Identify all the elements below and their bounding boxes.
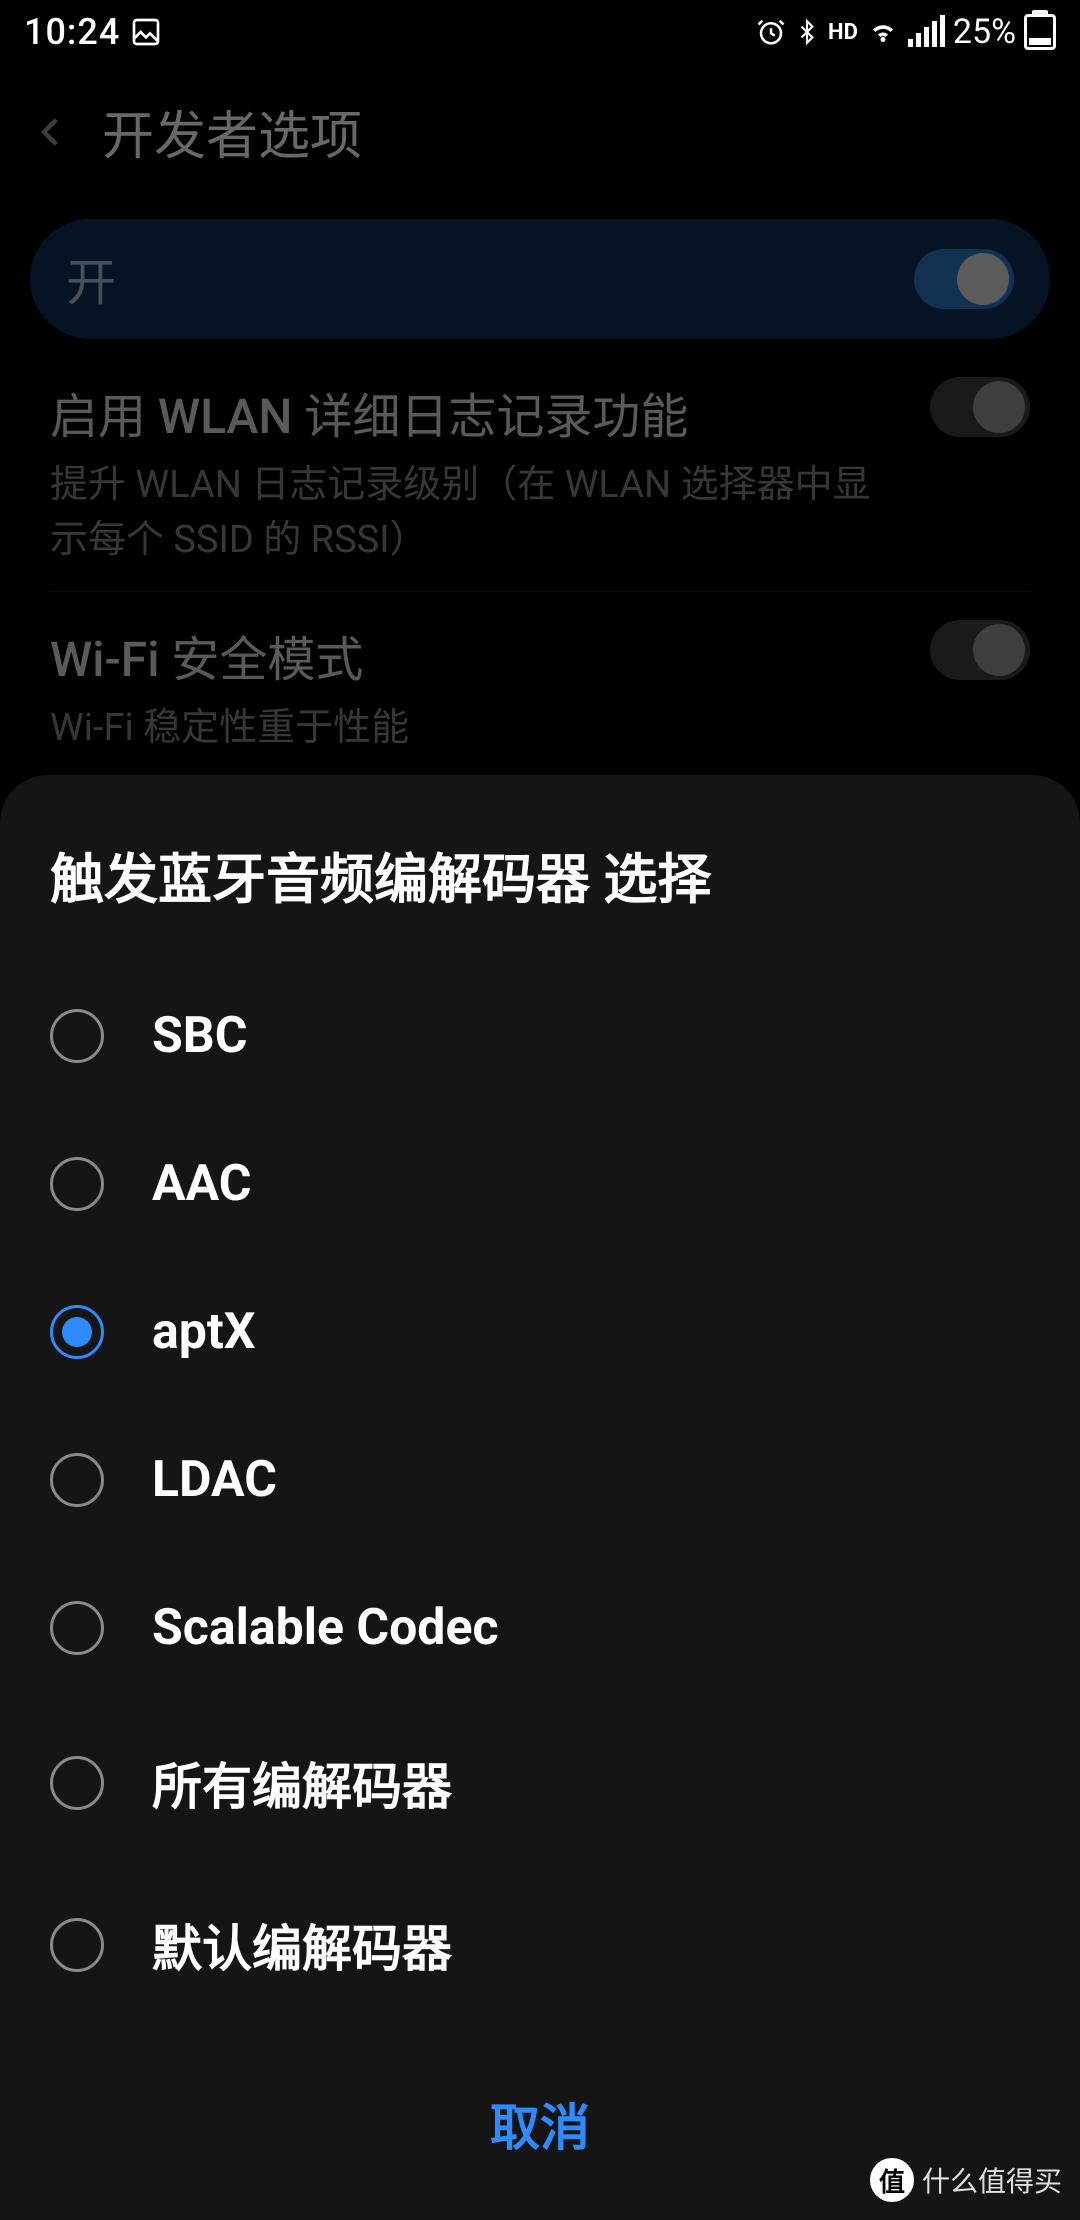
option-default-codec[interactable]: 默认编解码器 [50,1864,1030,2026]
row-title: 启用 WLAN 详细日志记录功能 [50,377,890,447]
radio-icon [50,1453,104,1507]
battery-icon [1024,14,1056,50]
list-item[interactable]: Wi-Fi 安全模式 Wi-Fi 稳定性重于性能 [50,592,1030,779]
radio-icon [50,1157,104,1211]
app-bar: 开发者选项 [0,64,1080,209]
bluetooth-icon [794,16,820,48]
radio-icon [50,1918,104,1972]
row-subtitle: 提升 WLAN 日志记录级别（在 WLAN 选择器中显示每个 SSID 的 RS… [50,453,890,563]
option-label: SBC [152,1007,247,1065]
option-label: Scalable Codec [152,1599,499,1657]
option-scalable-codec[interactable]: Scalable Codec [50,1554,1030,1702]
status-bar: 10:24 HD 25% [0,0,1080,64]
option-label: 默认编解码器 [152,1909,452,1981]
picture-icon [130,16,162,48]
dialog-title: 触发蓝牙音频编解码器 选择 [50,835,1030,914]
watermark-badge: 值 [870,2158,914,2202]
row-toggle[interactable] [930,620,1030,680]
option-aptx[interactable]: aptX [50,1258,1030,1406]
option-sbc[interactable]: SBC [50,962,1030,1110]
cancel-button[interactable]: 取消 [50,2088,1030,2160]
option-label: AAC [152,1155,251,1213]
option-label: aptX [152,1303,256,1361]
option-ldac[interactable]: LDAC [50,1406,1030,1554]
row-subtitle: Wi-Fi 稳定性重于性能 [50,696,890,751]
row-title: Wi-Fi 安全模式 [50,620,890,690]
list-item[interactable]: 启用 WLAN 详细日志记录功能 提升 WLAN 日志记录级别（在 WLAN 选… [50,349,1030,592]
option-aac[interactable]: AAC [50,1110,1030,1258]
signal-icon [908,17,945,47]
alarm-icon [756,17,786,47]
option-label: 所有编解码器 [152,1747,452,1819]
option-label: LDAC [152,1451,277,1509]
option-all-codecs[interactable]: 所有编解码器 [50,1702,1030,1864]
row-toggle[interactable] [930,377,1030,437]
radio-icon [50,1601,104,1655]
radio-icon [50,1009,104,1063]
master-toggle-row[interactable]: 开 [30,219,1050,339]
wifi-icon [866,17,900,47]
hd-label: HD [828,20,858,45]
codec-dialog: 触发蓝牙音频编解码器 选择 SBC AAC aptX LDAC Scalable… [0,775,1080,2220]
master-toggle-switch[interactable] [914,249,1014,309]
master-toggle-label: 开 [66,243,116,315]
dialog-options: SBC AAC aptX LDAC Scalable Codec 所有编解码器 … [50,962,1030,2026]
back-icon[interactable] [30,111,72,153]
watermark-text: 什么值得买 [922,2160,1062,2200]
radio-icon-selected [50,1305,104,1359]
battery-percentage: 25% [953,12,1016,52]
page-title: 开发者选项 [102,94,362,169]
watermark: 值 什么值得买 [870,2158,1062,2202]
status-clock: 10:24 [24,11,120,53]
settings-list: 启用 WLAN 详细日志记录功能 提升 WLAN 日志记录级别（在 WLAN 选… [0,349,1080,779]
radio-icon [50,1756,104,1810]
